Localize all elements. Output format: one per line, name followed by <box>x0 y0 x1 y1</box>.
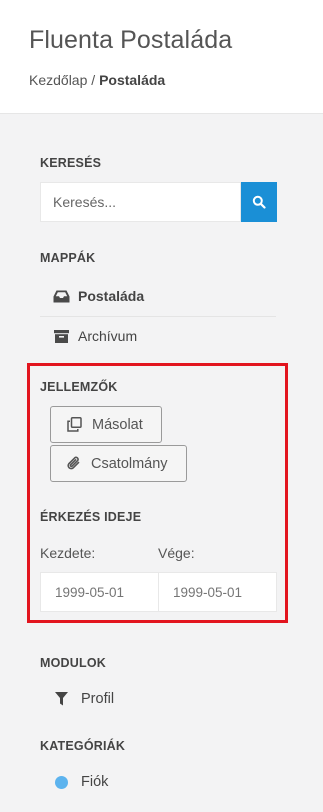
search-icon <box>252 195 266 209</box>
breadcrumb-current: Postaláda <box>99 72 166 88</box>
folder-label: Postaláda <box>78 288 145 304</box>
breadcrumb-home[interactable]: Kezdőlap <box>29 72 87 88</box>
archive-icon <box>44 329 78 343</box>
search-input[interactable] <box>40 182 241 222</box>
folder-item-postalada[interactable]: Postaláda <box>40 277 276 315</box>
categories-heading: KATEGÓRIÁK <box>40 739 126 753</box>
folder-item-archivum[interactable]: Archívum <box>40 317 276 355</box>
module-item-profil[interactable]: Profil <box>40 684 114 714</box>
features-highlight-box <box>27 363 288 623</box>
modules-heading: MODULOK <box>40 656 106 670</box>
category-color-dot <box>55 775 68 789</box>
category-item-fiok[interactable]: Fiók <box>40 767 108 797</box>
search-heading: KERESÉS <box>40 156 102 170</box>
search-button[interactable] <box>241 182 277 222</box>
folder-label: Archívum <box>78 328 138 344</box>
module-label: Profil <box>81 691 115 707</box>
folders-heading: MAPPÁK <box>40 251 96 265</box>
inbox-icon <box>44 290 78 303</box>
breadcrumb: Kezdőlap / Postaláda <box>29 72 165 88</box>
breadcrumb-separator: / <box>87 72 100 88</box>
category-label: Fiók <box>81 774 109 790</box>
page-header: Fluenta Postaláda Kezdőlap / Postaláda <box>0 0 323 114</box>
search-group <box>40 182 277 222</box>
page-title: Fluenta Postaláda <box>29 26 233 54</box>
filter-icon <box>55 692 68 706</box>
